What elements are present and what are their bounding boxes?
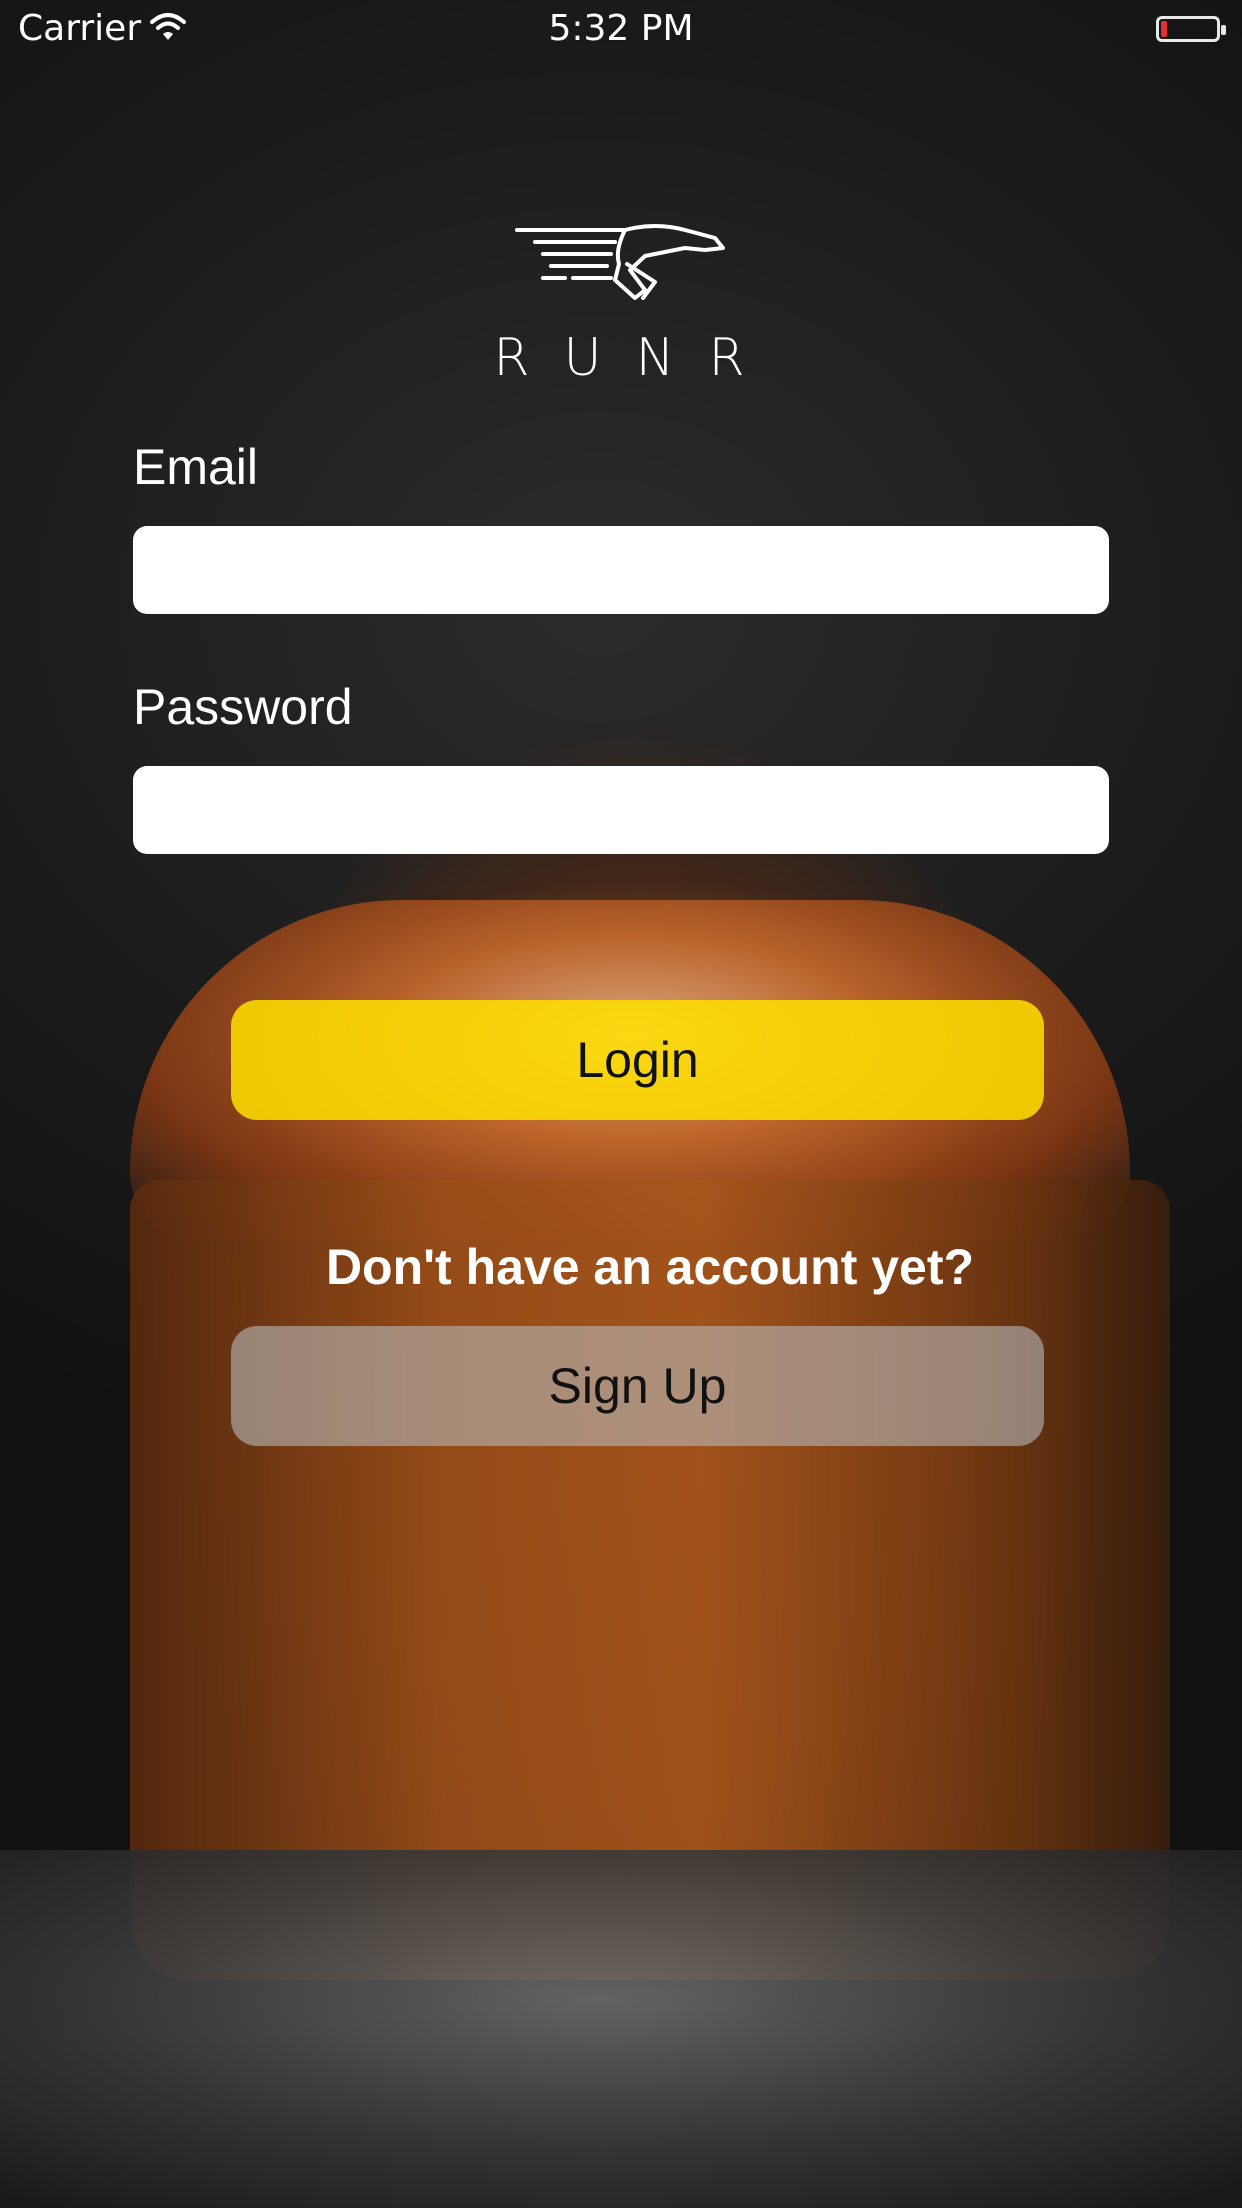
email-label: Email — [133, 439, 259, 495]
status-bar: Carrier 5:32 PM — [0, 0, 1242, 60]
runner-logo-icon — [515, 224, 725, 300]
signup-button[interactable]: Sign Up — [231, 1326, 1044, 1446]
login-screen: Carrier 5:32 PM RUNR Email Password Logi… — [0, 0, 1242, 2208]
battery-icon — [1156, 16, 1226, 42]
password-label: Password — [133, 679, 353, 735]
login-button[interactable]: Login — [231, 1000, 1044, 1120]
logo-wordmark: RUNR — [493, 328, 779, 388]
battery-level — [1161, 21, 1167, 37]
password-field[interactable] — [133, 766, 1109, 854]
background-sugar-floor — [0, 1850, 1242, 2208]
status-time: 5:32 PM — [548, 8, 694, 49]
email-field[interactable] — [133, 526, 1109, 614]
signup-prompt: Don't have an account yet? — [325, 1239, 975, 1295]
